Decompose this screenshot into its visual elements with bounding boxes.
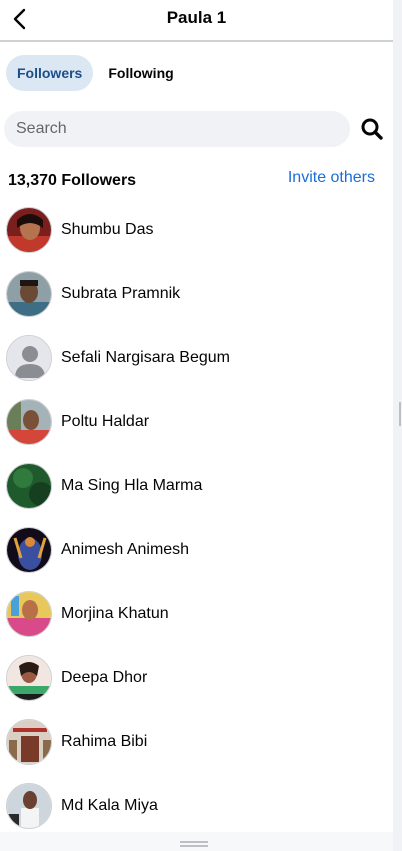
follower-name: Shumbu Das <box>61 221 154 238</box>
avatar[interactable] <box>6 591 52 637</box>
list-item[interactable]: Deepa Dhor <box>6 646 386 710</box>
list-item[interactable]: Morjina Khatun <box>6 582 386 646</box>
search-button[interactable] <box>360 117 384 141</box>
list-item[interactable]: Rahima Bibi <box>6 710 386 774</box>
follower-name: Morjina Khatun <box>61 605 169 622</box>
follower-name: Ma Sing Hla Marma <box>61 477 203 494</box>
list-item[interactable]: Poltu Haldar <box>6 390 386 454</box>
follower-name: Deepa Dhor <box>61 669 148 686</box>
avatar[interactable] <box>6 463 52 509</box>
avatar[interactable] <box>6 719 52 765</box>
followers-count: 13,370 Followers <box>8 172 137 189</box>
follower-name: Sefali Nargisara Begum <box>61 349 230 366</box>
list-item[interactable]: Shumbu Das <box>6 198 386 262</box>
resize-handle[interactable] <box>399 402 401 426</box>
follower-name: Md Kala Miya <box>61 797 158 814</box>
avatar[interactable] <box>6 271 52 317</box>
avatar[interactable] <box>6 335 52 381</box>
invite-others-link[interactable]: Invite others <box>288 169 375 187</box>
avatar[interactable] <box>6 399 52 445</box>
search-icon <box>361 118 383 140</box>
tab-following[interactable]: Following <box>97 55 184 91</box>
follower-name: Rahima Bibi <box>61 733 148 750</box>
avatar[interactable] <box>6 783 52 829</box>
list-item[interactable]: Sefali Nargisara Begum <box>6 326 386 390</box>
follower-name: Animesh Animesh <box>61 541 190 558</box>
header-divider <box>0 40 393 42</box>
list-item[interactable]: Ma Sing Hla Marma <box>6 454 386 518</box>
list-item[interactable]: Subrata Pramnik <box>6 262 386 326</box>
page-title: Paula 1 <box>166 8 227 27</box>
default-user-icon <box>7 336 51 380</box>
followers-list: Shumbu Das Subrata Pramnik Sefali Nargis… <box>6 198 386 838</box>
list-item[interactable]: Md Kala Miya <box>6 774 386 838</box>
avatar[interactable] <box>6 207 52 253</box>
drag-handle[interactable] <box>180 841 208 847</box>
search-input[interactable] <box>4 111 348 147</box>
avatar[interactable] <box>6 527 52 573</box>
follower-name: Poltu Haldar <box>61 413 150 430</box>
tab-followers[interactable]: Followers <box>6 55 94 91</box>
tab-bar: Followers Following <box>6 55 185 91</box>
followers-page: Paula 1 Followers Following 13,370 Follo… <box>0 0 393 851</box>
search-bar <box>4 111 350 147</box>
follower-name: Subrata Pramnik <box>61 285 181 302</box>
header: Paula 1 <box>0 0 393 40</box>
avatar[interactable] <box>6 655 52 701</box>
list-item[interactable]: Animesh Animesh <box>6 518 386 582</box>
